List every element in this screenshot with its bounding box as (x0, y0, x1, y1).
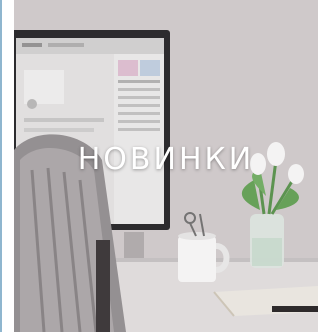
page: НОВИНКИ (0, 0, 318, 332)
category-title: НОВИНКИ (77, 142, 255, 177)
category-tile-new-arrivals[interactable]: НОВИНКИ (14, 0, 318, 332)
accent-rule (0, 0, 2, 332)
